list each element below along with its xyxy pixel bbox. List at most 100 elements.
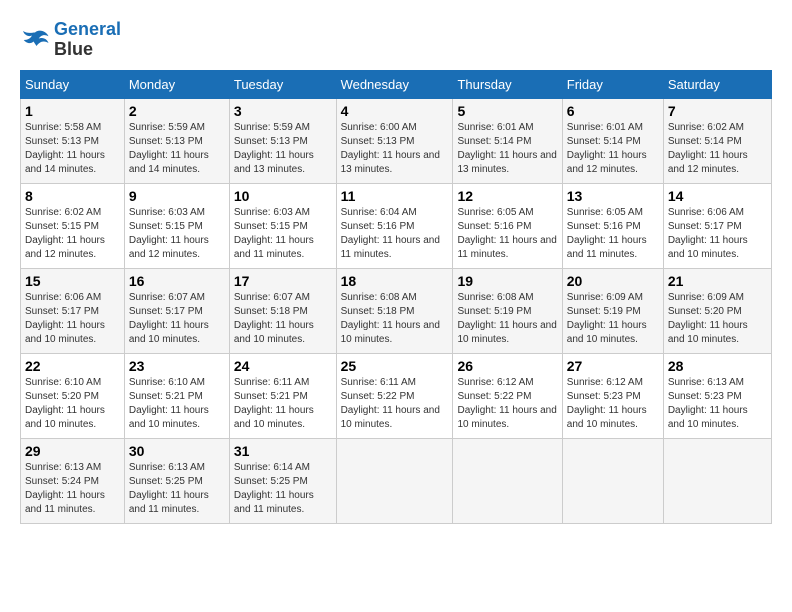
day-number: 8 xyxy=(25,188,120,204)
day-number: 2 xyxy=(129,103,225,119)
day-number: 6 xyxy=(567,103,659,119)
logo-text: General Blue xyxy=(54,20,121,60)
calendar-body: 1 Sunrise: 5:58 AM Sunset: 5:13 PM Dayli… xyxy=(21,98,772,523)
day-info: Sunrise: 6:11 AM Sunset: 5:22 PM Dayligh… xyxy=(341,376,449,432)
calendar-cell: 25 Sunrise: 6:11 AM Sunset: 5:22 PM Dayl… xyxy=(336,353,453,438)
day-info: Sunrise: 6:09 AM Sunset: 5:19 PM Dayligh… xyxy=(567,291,659,347)
day-number: 19 xyxy=(457,273,557,289)
day-info: Sunrise: 6:05 AM Sunset: 5:16 PM Dayligh… xyxy=(567,206,659,262)
calendar-cell: 14 Sunrise: 6:06 AM Sunset: 5:17 PM Dayl… xyxy=(663,183,771,268)
day-info: Sunrise: 6:12 AM Sunset: 5:23 PM Dayligh… xyxy=(567,376,659,432)
calendar-cell xyxy=(453,438,562,523)
calendar-cell: 27 Sunrise: 6:12 AM Sunset: 5:23 PM Dayl… xyxy=(562,353,663,438)
calendar-cell: 9 Sunrise: 6:03 AM Sunset: 5:15 PM Dayli… xyxy=(124,183,229,268)
calendar-cell: 31 Sunrise: 6:14 AM Sunset: 5:25 PM Dayl… xyxy=(229,438,336,523)
day-number: 28 xyxy=(668,358,767,374)
calendar-cell: 29 Sunrise: 6:13 AM Sunset: 5:24 PM Dayl… xyxy=(21,438,125,523)
weekday-header: Friday xyxy=(562,70,663,98)
day-number: 30 xyxy=(129,443,225,459)
day-info: Sunrise: 6:11 AM Sunset: 5:21 PM Dayligh… xyxy=(234,376,332,432)
calendar-cell xyxy=(562,438,663,523)
calendar-cell: 6 Sunrise: 6:01 AM Sunset: 5:14 PM Dayli… xyxy=(562,98,663,183)
day-info: Sunrise: 6:07 AM Sunset: 5:18 PM Dayligh… xyxy=(234,291,332,347)
day-number: 10 xyxy=(234,188,332,204)
day-number: 29 xyxy=(25,443,120,459)
calendar-table: SundayMondayTuesdayWednesdayThursdayFrid… xyxy=(20,70,772,524)
calendar-cell: 11 Sunrise: 6:04 AM Sunset: 5:16 PM Dayl… xyxy=(336,183,453,268)
day-number: 23 xyxy=(129,358,225,374)
calendar-cell: 17 Sunrise: 6:07 AM Sunset: 5:18 PM Dayl… xyxy=(229,268,336,353)
calendar-cell: 21 Sunrise: 6:09 AM Sunset: 5:20 PM Dayl… xyxy=(663,268,771,353)
calendar-cell: 10 Sunrise: 6:03 AM Sunset: 5:15 PM Dayl… xyxy=(229,183,336,268)
calendar-cell: 4 Sunrise: 6:00 AM Sunset: 5:13 PM Dayli… xyxy=(336,98,453,183)
day-number: 15 xyxy=(25,273,120,289)
day-info: Sunrise: 5:58 AM Sunset: 5:13 PM Dayligh… xyxy=(25,121,120,177)
calendar-cell: 8 Sunrise: 6:02 AM Sunset: 5:15 PM Dayli… xyxy=(21,183,125,268)
calendar-week: 22 Sunrise: 6:10 AM Sunset: 5:20 PM Dayl… xyxy=(21,353,772,438)
day-info: Sunrise: 6:08 AM Sunset: 5:18 PM Dayligh… xyxy=(341,291,449,347)
day-number: 1 xyxy=(25,103,120,119)
day-info: Sunrise: 6:01 AM Sunset: 5:14 PM Dayligh… xyxy=(567,121,659,177)
day-info: Sunrise: 6:14 AM Sunset: 5:25 PM Dayligh… xyxy=(234,461,332,517)
day-info: Sunrise: 6:12 AM Sunset: 5:22 PM Dayligh… xyxy=(457,376,557,432)
day-number: 26 xyxy=(457,358,557,374)
day-info: Sunrise: 6:06 AM Sunset: 5:17 PM Dayligh… xyxy=(25,291,120,347)
day-info: Sunrise: 6:00 AM Sunset: 5:13 PM Dayligh… xyxy=(341,121,449,177)
day-number: 24 xyxy=(234,358,332,374)
calendar-cell: 28 Sunrise: 6:13 AM Sunset: 5:23 PM Dayl… xyxy=(663,353,771,438)
weekday-header: Wednesday xyxy=(336,70,453,98)
day-number: 22 xyxy=(25,358,120,374)
day-number: 5 xyxy=(457,103,557,119)
calendar-cell: 26 Sunrise: 6:12 AM Sunset: 5:22 PM Dayl… xyxy=(453,353,562,438)
calendar-cell: 15 Sunrise: 6:06 AM Sunset: 5:17 PM Dayl… xyxy=(21,268,125,353)
day-info: Sunrise: 6:02 AM Sunset: 5:15 PM Dayligh… xyxy=(25,206,120,262)
weekday-header: Tuesday xyxy=(229,70,336,98)
day-number: 21 xyxy=(668,273,767,289)
calendar-cell: 23 Sunrise: 6:10 AM Sunset: 5:21 PM Dayl… xyxy=(124,353,229,438)
day-number: 9 xyxy=(129,188,225,204)
calendar-cell: 22 Sunrise: 6:10 AM Sunset: 5:20 PM Dayl… xyxy=(21,353,125,438)
calendar-cell: 30 Sunrise: 6:13 AM Sunset: 5:25 PM Dayl… xyxy=(124,438,229,523)
weekday-header: Monday xyxy=(124,70,229,98)
calendar-cell xyxy=(663,438,771,523)
day-info: Sunrise: 6:06 AM Sunset: 5:17 PM Dayligh… xyxy=(668,206,767,262)
day-number: 20 xyxy=(567,273,659,289)
day-info: Sunrise: 6:01 AM Sunset: 5:14 PM Dayligh… xyxy=(457,121,557,177)
calendar-week: 8 Sunrise: 6:02 AM Sunset: 5:15 PM Dayli… xyxy=(21,183,772,268)
day-number: 11 xyxy=(341,188,449,204)
day-number: 13 xyxy=(567,188,659,204)
day-number: 25 xyxy=(341,358,449,374)
day-info: Sunrise: 6:13 AM Sunset: 5:25 PM Dayligh… xyxy=(129,461,225,517)
weekday-header: Saturday xyxy=(663,70,771,98)
page-header: General Blue xyxy=(20,20,772,60)
day-info: Sunrise: 6:10 AM Sunset: 5:21 PM Dayligh… xyxy=(129,376,225,432)
calendar-cell: 18 Sunrise: 6:08 AM Sunset: 5:18 PM Dayl… xyxy=(336,268,453,353)
weekday-header: Thursday xyxy=(453,70,562,98)
logo-icon xyxy=(20,25,50,55)
day-number: 27 xyxy=(567,358,659,374)
day-info: Sunrise: 5:59 AM Sunset: 5:13 PM Dayligh… xyxy=(129,121,225,177)
calendar-cell: 12 Sunrise: 6:05 AM Sunset: 5:16 PM Dayl… xyxy=(453,183,562,268)
day-number: 31 xyxy=(234,443,332,459)
day-info: Sunrise: 6:13 AM Sunset: 5:23 PM Dayligh… xyxy=(668,376,767,432)
day-number: 12 xyxy=(457,188,557,204)
day-number: 7 xyxy=(668,103,767,119)
calendar-cell: 1 Sunrise: 5:58 AM Sunset: 5:13 PM Dayli… xyxy=(21,98,125,183)
day-number: 3 xyxy=(234,103,332,119)
day-info: Sunrise: 6:04 AM Sunset: 5:16 PM Dayligh… xyxy=(341,206,449,262)
day-number: 18 xyxy=(341,273,449,289)
calendar-header: SundayMondayTuesdayWednesdayThursdayFrid… xyxy=(21,70,772,98)
calendar-cell: 19 Sunrise: 6:08 AM Sunset: 5:19 PM Dayl… xyxy=(453,268,562,353)
day-number: 16 xyxy=(129,273,225,289)
calendar-week: 29 Sunrise: 6:13 AM Sunset: 5:24 PM Dayl… xyxy=(21,438,772,523)
day-info: Sunrise: 6:03 AM Sunset: 5:15 PM Dayligh… xyxy=(234,206,332,262)
day-number: 14 xyxy=(668,188,767,204)
day-info: Sunrise: 6:02 AM Sunset: 5:14 PM Dayligh… xyxy=(668,121,767,177)
day-info: Sunrise: 6:09 AM Sunset: 5:20 PM Dayligh… xyxy=(668,291,767,347)
calendar-cell: 2 Sunrise: 5:59 AM Sunset: 5:13 PM Dayli… xyxy=(124,98,229,183)
calendar-week: 15 Sunrise: 6:06 AM Sunset: 5:17 PM Dayl… xyxy=(21,268,772,353)
calendar-cell xyxy=(336,438,453,523)
calendar-cell: 16 Sunrise: 6:07 AM Sunset: 5:17 PM Dayl… xyxy=(124,268,229,353)
calendar-week: 1 Sunrise: 5:58 AM Sunset: 5:13 PM Dayli… xyxy=(21,98,772,183)
calendar-cell: 20 Sunrise: 6:09 AM Sunset: 5:19 PM Dayl… xyxy=(562,268,663,353)
